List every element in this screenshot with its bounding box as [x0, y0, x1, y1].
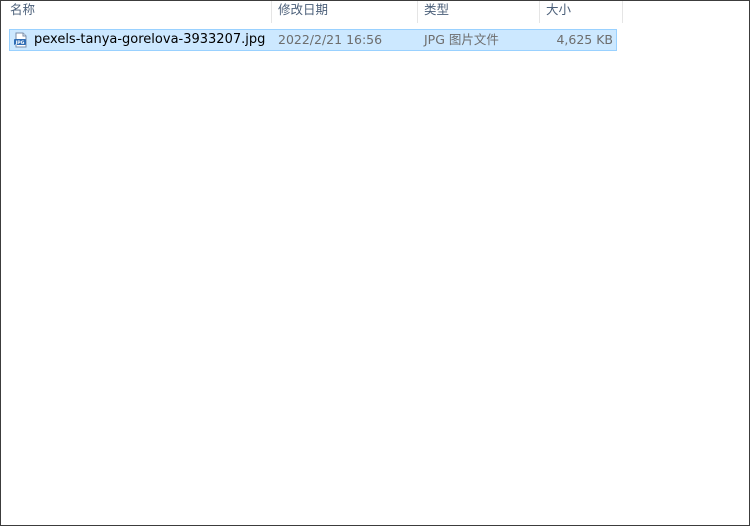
- file-size: 4,625 KB: [556, 32, 613, 47]
- file-list-pane[interactable]: 名称 修改日期 类型 大小 JPG pexels-tanya-gorelova-…: [0, 0, 750, 526]
- column-header-size[interactable]: 大小: [540, 1, 623, 23]
- file-row[interactable]: JPG pexels-tanya-gorelova-3933207.jpg 20…: [9, 29, 617, 51]
- column-header-bar: 名称 修改日期 类型 大小: [1, 1, 623, 23]
- column-header-date-modified[interactable]: 修改日期: [272, 1, 418, 23]
- file-date-modified: 2022/2/21 16:56: [278, 32, 383, 47]
- jpg-file-icon: JPG: [13, 32, 29, 48]
- file-name[interactable]: pexels-tanya-gorelova-3933207.jpg: [34, 30, 265, 50]
- file-type: JPG 图片文件: [424, 32, 499, 47]
- column-header-name[interactable]: 名称: [1, 1, 272, 23]
- column-header-type[interactable]: 类型: [418, 1, 540, 23]
- svg-text:JPG: JPG: [15, 40, 25, 46]
